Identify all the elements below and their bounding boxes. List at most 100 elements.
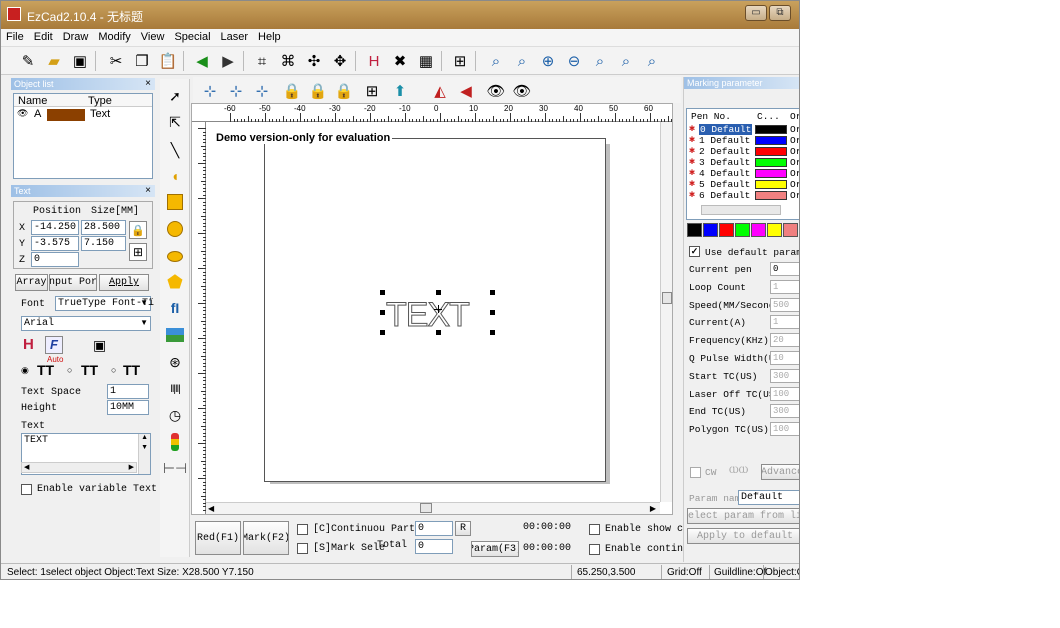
pen-color-swatch[interactable] <box>755 136 787 145</box>
palette-color[interactable] <box>735 223 750 237</box>
unlock-object-icon[interactable]: 🔒 <box>307 80 329 102</box>
resize-handle[interactable] <box>380 330 385 335</box>
image-icon[interactable] <box>166 328 184 342</box>
node-select-icon[interactable]: ⌘ <box>277 50 299 72</box>
param-input[interactable] <box>770 386 799 401</box>
horizontal-scrollbar[interactable]: ◀ ▶ <box>206 502 660 514</box>
hatch-text-icon[interactable]: H <box>23 336 41 354</box>
pen-row[interactable]: ✱0 DefaultOr <box>687 124 799 135</box>
palette-color[interactable] <box>783 223 798 237</box>
move-object-icon[interactable]: ⬆ <box>389 80 411 102</box>
forward-arrow-icon[interactable]: ▶ <box>217 50 239 72</box>
total-count-input[interactable] <box>415 539 453 554</box>
enable-show-checkbox[interactable] <box>589 524 600 535</box>
zoom-in-plus-icon[interactable]: ⊕ <box>537 50 559 72</box>
align-center-icon[interactable]: ⊹ <box>225 80 247 102</box>
resize-handle[interactable] <box>380 290 385 295</box>
resize-handle[interactable] <box>490 290 495 295</box>
tools-icon[interactable]: ✖ <box>389 50 411 72</box>
back-arrow-icon[interactable]: ◀ <box>191 50 213 72</box>
zoom-selected-icon[interactable]: ⌕ <box>615 50 637 72</box>
clock-icon[interactable]: ◷ <box>164 404 186 426</box>
mirror-horizontal-icon[interactable]: ◭ <box>429 80 451 102</box>
part-count-input[interactable] <box>415 521 453 536</box>
hatch-icon[interactable]: H <box>363 50 385 72</box>
menu-view[interactable]: View <box>136 29 170 45</box>
menu-file[interactable]: File <box>1 29 29 45</box>
continuous-checkbox[interactable] <box>297 524 308 535</box>
apply-to-default-button[interactable]: Apply to default <box>687 528 799 544</box>
font-type-select[interactable]: TrueType Font-Tï ▼ <box>55 296 154 311</box>
maximize-button[interactable]: ⧉ <box>769 5 791 21</box>
traffic-light-icon[interactable] <box>171 433 179 451</box>
resize-handle[interactable] <box>490 330 495 335</box>
param-button[interactable]: Param(F3) <box>471 541 519 557</box>
vscroll-thumb[interactable] <box>662 292 672 304</box>
show-icon[interactable]: 👁 <box>485 80 507 102</box>
pen-color-swatch[interactable] <box>755 169 787 178</box>
calculator-icon[interactable]: ▦ <box>415 50 437 72</box>
paste-icon[interactable]: 📋 <box>157 50 179 72</box>
font-style-icon[interactable]: F <box>45 336 63 354</box>
y-position-input[interactable] <box>31 236 79 251</box>
menu-laser[interactable]: Laser <box>216 29 254 45</box>
param-input[interactable] <box>770 333 799 348</box>
select-arrow-icon[interactable]: ➚ <box>164 85 186 107</box>
pen-row[interactable]: ✱6 Default Or <box>687 190 799 201</box>
copy-icon[interactable]: ❐ <box>131 50 153 72</box>
snap-icon[interactable]: ✣ <box>303 50 325 72</box>
scroll-up-icon[interactable]: ▲ <box>141 434 148 441</box>
palette-color[interactable] <box>767 223 782 237</box>
scroll-down-icon[interactable]: ▼ <box>141 444 148 451</box>
resize-handle[interactable] <box>490 310 495 315</box>
z-input[interactable] <box>31 252 79 267</box>
red-button[interactable]: Red(F1) <box>195 521 241 555</box>
menu-draw[interactable]: Draw <box>58 29 94 45</box>
node-edit-icon[interactable]: ⌗ <box>251 50 273 72</box>
curve-icon[interactable]: ◖ <box>164 165 186 187</box>
align-auto-radio[interactable]: ◉ <box>21 365 29 376</box>
grid-anchor-icon[interactable]: ⊞ <box>129 243 147 261</box>
input-port-button[interactable]: nput Por <box>49 274 97 291</box>
zoom-icon[interactable]: ⌕ <box>485 50 507 72</box>
select-param-lib-button[interactable]: Select param from lib <box>687 508 799 524</box>
palette-color[interactable] <box>719 223 734 237</box>
node-arrow-icon[interactable]: ⇱ <box>164 111 186 133</box>
cut-icon[interactable]: ✂ <box>105 50 127 72</box>
align-left-icon[interactable]: ⊹ <box>199 80 221 102</box>
cw-checkbox[interactable] <box>690 467 701 478</box>
open-folder-icon[interactable]: ▰ <box>43 50 65 72</box>
scroll-left-icon[interactable]: ◀ <box>24 463 29 471</box>
barcode-icon[interactable]: ‖|‖| <box>164 378 186 400</box>
use-default-checkbox[interactable]: ✓ <box>689 246 700 257</box>
height-input[interactable] <box>107 400 149 415</box>
menu-modify[interactable]: Modify <box>93 29 135 45</box>
text-space-input[interactable] <box>107 384 149 399</box>
col-type-header[interactable]: Type <box>88 95 112 107</box>
col-on-header[interactable]: Or <box>790 111 799 122</box>
reset-button[interactable]: R <box>455 521 471 536</box>
polygon-icon[interactable]: ⬟ <box>164 271 186 293</box>
scroll-right-icon[interactable]: ▶ <box>129 463 134 471</box>
param-input[interactable] <box>770 351 799 365</box>
param-input[interactable] <box>770 262 799 276</box>
pen-list-hscroll[interactable] <box>701 205 781 215</box>
pen-color-swatch[interactable] <box>755 158 787 167</box>
mark-button[interactable]: Mark(F2) <box>243 521 289 555</box>
close-icon[interactable]: × <box>145 78 151 90</box>
x-position-input[interactable] <box>31 220 79 235</box>
pen-row[interactable]: ✱3 DefaultOr <box>687 157 799 168</box>
x-size-input[interactable] <box>81 220 126 235</box>
param-input[interactable] <box>770 422 799 437</box>
selected-text-object[interactable]: TEXT <box>380 290 495 335</box>
vertical-scrollbar[interactable] <box>660 122 672 502</box>
hscroll-thumb[interactable] <box>420 503 432 513</box>
zoom-out-icon[interactable]: ⊖ <box>563 50 585 72</box>
palette-color[interactable] <box>687 223 702 237</box>
variable-text-checkbox[interactable] <box>21 484 32 495</box>
palette-color[interactable] <box>703 223 718 237</box>
save-icon[interactable]: ▣ <box>69 50 91 72</box>
scroll-right-icon[interactable]: ▶ <box>650 504 656 513</box>
node-cross-icon[interactable]: ⊞ <box>361 80 383 102</box>
param-input[interactable] <box>770 404 799 419</box>
